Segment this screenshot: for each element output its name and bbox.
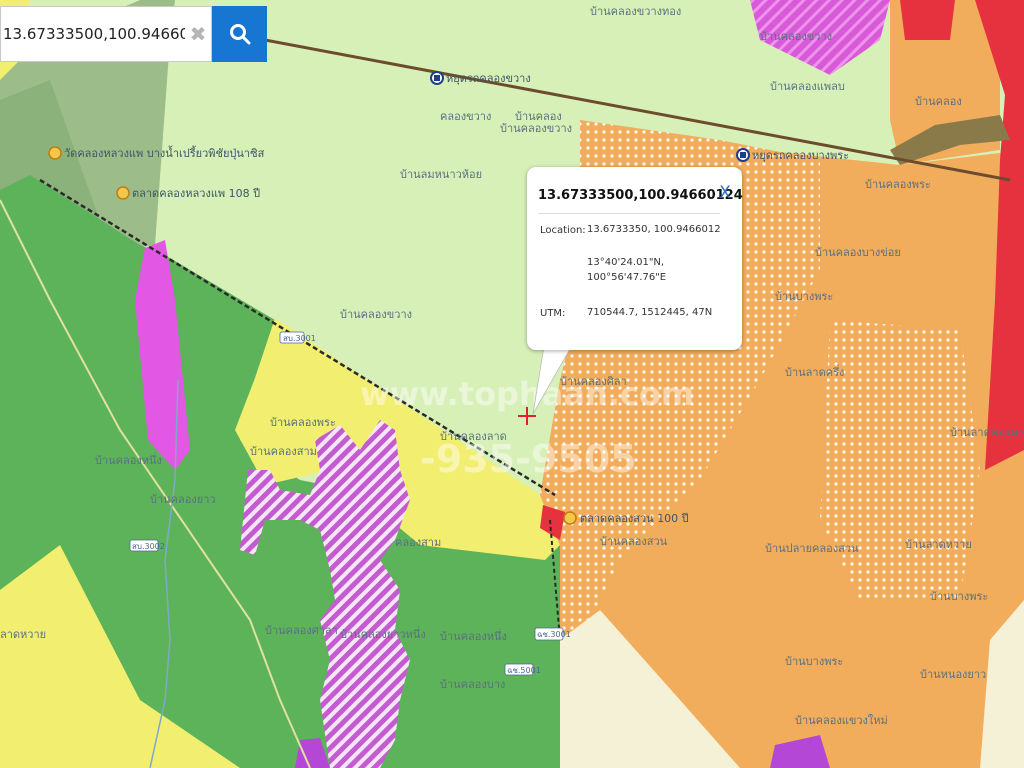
- place-label: บ้านคลองขวาง: [760, 30, 832, 43]
- road-shield: สบ.3001: [279, 331, 316, 344]
- close-icon[interactable]: X: [716, 183, 734, 203]
- poi-icon[interactable]: [48, 146, 62, 160]
- place-label: บ้านบางพระ: [775, 290, 833, 303]
- place-label: บ้านคลองแพลบ: [770, 80, 845, 93]
- place-label: บ้านคลองแขวงใหม่: [795, 714, 888, 727]
- place-label: บ้านคลองขวาง: [340, 308, 412, 321]
- place-label: บ้านคลองขวาง: [500, 122, 572, 135]
- station-label: หยุดรถคลองขวาง: [446, 72, 531, 85]
- place-label: บ้านคลองยาวหนึ่ง: [340, 626, 426, 641]
- search-icon: [229, 24, 250, 45]
- place-label: บ้านคลอง: [915, 95, 962, 108]
- poi-icon[interactable]: [116, 186, 130, 200]
- place-label: บ้านคลองหนึ่ง: [440, 628, 507, 643]
- place-label: บ้านคลองหนึ่ง: [95, 452, 162, 467]
- train-station-icon[interactable]: [430, 71, 444, 85]
- dotted-zone-2: [820, 320, 980, 600]
- watermark: -935-9505: [420, 437, 637, 481]
- search-input[interactable]: [1, 7, 185, 61]
- road-shield: ฉช.3001: [534, 627, 571, 641]
- coordinate-popup: 13.67333500,100.94660124 X Location: 13.…: [527, 167, 743, 350]
- clear-icon[interactable]: ✖: [187, 21, 209, 47]
- station-label: หยุดรถคลองบางพระ: [752, 149, 849, 162]
- popup-title: 13.67333500,100.94660124: [538, 188, 743, 203]
- commercial-zone-2: [900, 0, 955, 40]
- place-label: บ้านลาดทะแลง: [950, 426, 1023, 439]
- place-label: บ้านคลองพระ: [865, 178, 931, 191]
- dms-longitude: 100°56'47.76"E: [587, 272, 667, 283]
- place-label: บ้านคลองสวน: [600, 535, 668, 548]
- place-label: บ้านบางพระ: [785, 655, 843, 668]
- place-label: คลองขวาง: [440, 110, 491, 123]
- place-label: บ้านคลองบางข่อย: [815, 246, 901, 259]
- zoning-map[interactable]: บ้านคลองขวางทอง บ้านคลองขวาง บ้านคลองขวา…: [0, 0, 1024, 768]
- train-station-icon[interactable]: [736, 148, 750, 162]
- dms-latitude: 13°40'24.01"N,: [587, 257, 665, 268]
- place-label: บ้านคลองพระ: [270, 416, 336, 429]
- poi-label: ตลาดคลองหลวงแพ 108 ปี: [132, 187, 260, 200]
- place-label: คลองสาม: [395, 536, 441, 549]
- utm-value: 710544.7, 1512445, 47N: [587, 307, 713, 318]
- place-label: บ้านลมหนาวห้อย: [400, 168, 482, 181]
- place-label: บ้านคลอง: [515, 110, 562, 123]
- place-label: บ้านคลองบาง: [440, 678, 505, 691]
- poi-label: ตลาดคลองสวน 100 ปี: [580, 512, 689, 525]
- place-label: บ้านคลองสาม: [250, 445, 317, 458]
- svg-text:ฉช.5001: ฉช.5001: [507, 666, 541, 675]
- search-bar: ✖: [0, 6, 267, 62]
- place-label: บ้านปลายคลองสวน: [765, 542, 859, 555]
- place-label: บ้านคลองขวางทอง: [590, 5, 681, 18]
- place-label: บ้านลาดครึ่ง: [785, 364, 844, 379]
- svg-text:ฉช.3001: ฉช.3001: [537, 630, 571, 639]
- search-box: ✖: [0, 6, 212, 62]
- place-label: บ้านลาดหวาย: [905, 538, 972, 551]
- road-shield: สบ.3002: [129, 539, 165, 552]
- search-button[interactable]: [212, 6, 267, 62]
- poi-label: วัดคลองหลวงแพ บางน้ำเปรี้ยวพิชัยปุ่นาซิส: [64, 145, 265, 160]
- divider: [538, 213, 720, 214]
- place-label: ลาดหวาย: [0, 628, 46, 641]
- road-shield: ฉช.5001: [504, 663, 541, 676]
- svg-text:สบ.3001: สบ.3001: [283, 334, 316, 343]
- location-value: 13.6733350, 100.9466012: [587, 224, 721, 235]
- location-label: Location:: [540, 225, 586, 236]
- popup-tail: [532, 340, 576, 415]
- utm-label: UTM:: [540, 308, 566, 319]
- place-label: บ้านคลองศาลา: [265, 624, 338, 637]
- svg-text:สบ.3002: สบ.3002: [132, 542, 165, 551]
- place-label: บ้านหนองยาว: [920, 668, 986, 681]
- place-label: บ้านคลองยาว: [150, 493, 216, 506]
- poi-icon[interactable]: [563, 511, 577, 525]
- place-label: บ้านบางพระ: [930, 590, 988, 603]
